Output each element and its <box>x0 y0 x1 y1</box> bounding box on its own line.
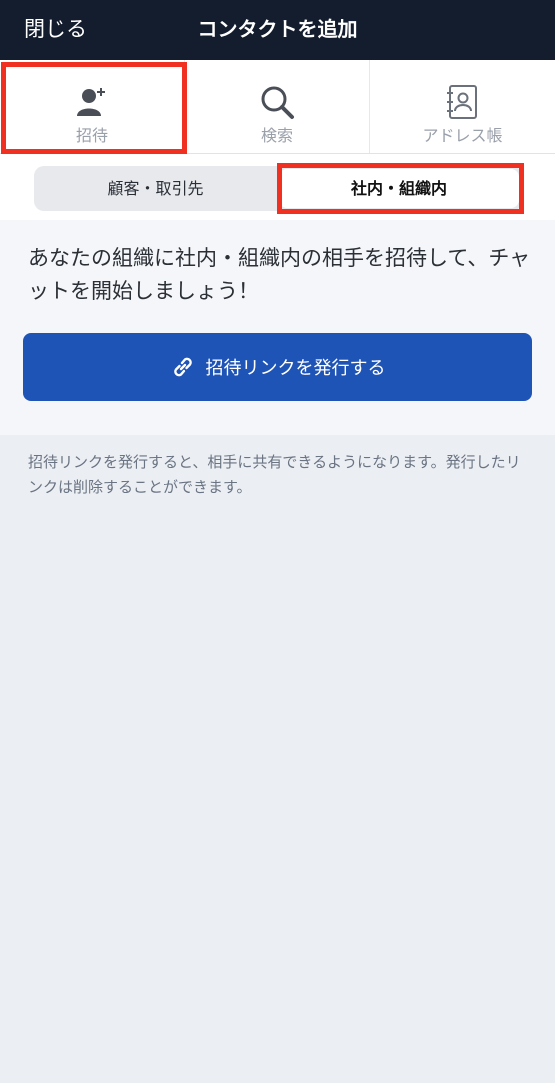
link-icon <box>170 354 196 380</box>
tab-invite[interactable]: 招待 <box>0 60 185 153</box>
segmented-control: 顧客・取引先 社内・組織内 <box>34 166 522 211</box>
tab-search[interactable]: 検索 <box>185 60 370 153</box>
issue-invite-link-label: 招待リンクを発行する <box>205 358 386 379</box>
tab-search-label: 検索 <box>260 126 293 145</box>
tab-address-book[interactable]: アドレス帳 <box>370 60 555 153</box>
add-person-icon <box>72 82 112 122</box>
intro-text: あなたの組織に社内・組織内の相手を招待して、チャットを開始しましょう！ <box>28 246 531 303</box>
search-icon <box>257 82 297 122</box>
invite-panel: あなたの組織に社内・組織内の相手を招待して、チャットを開始しましょう！ 招待リン… <box>0 220 555 435</box>
note-text: 招待リンクを発行すると、相手に共有できるようになります。発行したリンクは削除する… <box>28 453 521 496</box>
address-book-icon <box>443 82 483 122</box>
segment-customers[interactable]: 顧客・取引先 <box>34 166 277 211</box>
page-title: コンタクトを追加 <box>197 17 358 41</box>
header-bar: 閉じる コンタクトを追加 <box>0 0 555 60</box>
segment-internal[interactable]: 社内・組織内 <box>279 169 519 208</box>
tab-address-book-label: アドレス帳 <box>422 126 503 145</box>
issue-invite-link-button[interactable]: 招待リンクを発行する <box>23 333 532 401</box>
segment-area: 顧客・取引先 社内・組織内 <box>0 154 555 220</box>
tab-invite-label: 招待 <box>75 126 108 145</box>
tab-bar: 招待 検索 アドレス帳 <box>0 60 555 154</box>
